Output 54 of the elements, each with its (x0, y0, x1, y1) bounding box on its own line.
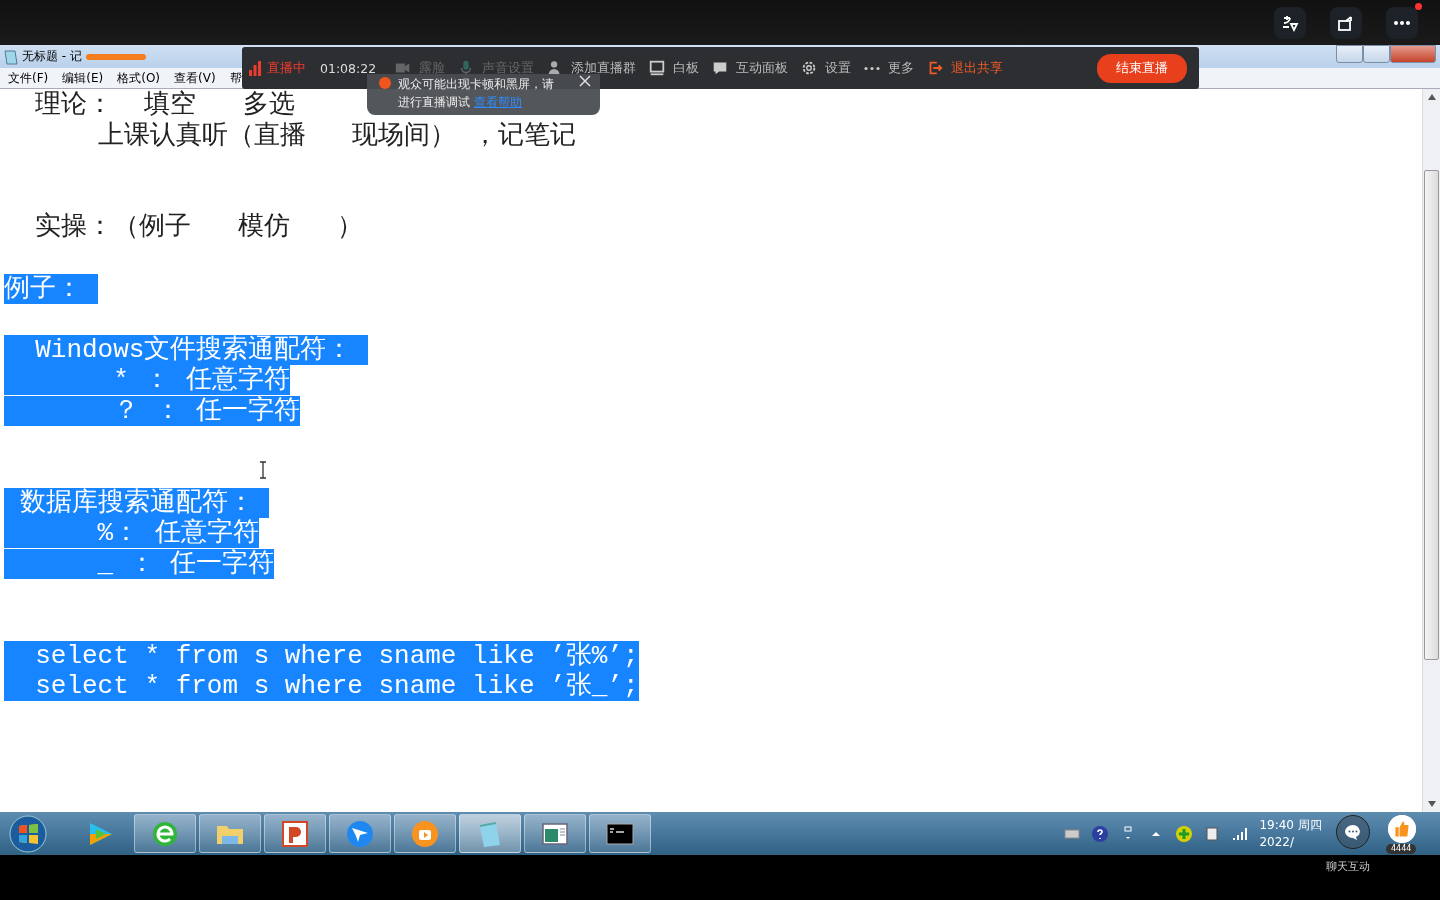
like-count: 4444 (1386, 844, 1417, 854)
menu-item[interactable]: 编辑(E) (62, 69, 104, 87)
toast-message: 观众可能出现卡顿和黑屏，请 (398, 76, 555, 93)
start-button[interactable] (8, 813, 48, 854)
end-live-button[interactable]: 结束直播 (1097, 53, 1187, 83)
whiteboard-icon (648, 59, 667, 77)
help-icon[interactable] (1091, 824, 1110, 843)
maximize-button[interactable] (1363, 45, 1390, 63)
menu-item[interactable]: 文件(F) (8, 69, 49, 87)
clock-date: 2022/ (1259, 833, 1295, 851)
close-icon[interactable] (578, 74, 592, 88)
more-icon (863, 65, 882, 71)
menu-item[interactable]: 帮 (229, 69, 242, 87)
live-timer: 01:08:22 (320, 60, 377, 76)
menu-item[interactable]: 查看(V) (174, 69, 216, 87)
clock-time: 19:40 (1259, 816, 1294, 834)
share-button[interactable] (1330, 6, 1362, 39)
chat-label: 聊天互动 (1326, 859, 1370, 874)
text-line: 上课认真听（直播 现场间） ，记笔记 (96, 120, 577, 151)
plus-icon[interactable] (1175, 824, 1194, 843)
window-title: 无标题 - 记 (22, 48, 82, 65)
taskbar-app[interactable] (524, 814, 586, 853)
clock-weekday: 周四 (1298, 816, 1322, 834)
translate-button[interactable] (1274, 6, 1306, 39)
text-line: 理论： 填空 多选 (34, 90, 296, 120)
text-cursor-icon (258, 461, 268, 479)
translate-icon (1281, 13, 1299, 32)
scroll-up-icon[interactable] (1427, 94, 1436, 100)
text-line: 实操：（例子 模仿 ） (34, 212, 363, 243)
taskbar-app[interactable] (134, 814, 196, 853)
signal-bars-icon (248, 60, 262, 76)
more-icon (1393, 19, 1411, 26)
taskbar-app[interactable] (394, 814, 456, 853)
scrollbar[interactable] (1422, 89, 1440, 812)
toast-message: 进行直播调试 (398, 95, 470, 109)
taskbar-app[interactable] (264, 814, 326, 853)
toolbar-item[interactable]: 添加直播群 (546, 59, 637, 77)
redaction-mark (85, 53, 146, 60)
toolbar-item[interactable]: 白板 (648, 59, 700, 77)
toolbar-item[interactable]: 设置 (800, 59, 852, 77)
chat-button[interactable] (1336, 815, 1370, 849)
toolbar-item[interactable]: 退出共享 (926, 59, 1004, 77)
minimize-button[interactable] (1336, 45, 1363, 63)
notepad-icon (4, 48, 18, 65)
status-dot (379, 77, 391, 89)
scroll-down-icon[interactable] (1427, 801, 1436, 807)
clock[interactable]: 19:40 周四 2022/ (1259, 816, 1322, 851)
live-status: 直播中 (267, 59, 306, 77)
share-icon (1337, 13, 1355, 32)
taskbar-app[interactable] (589, 814, 651, 853)
menu-item[interactable]: 格式(O) (117, 69, 161, 87)
toolbar-item[interactable]: 更多 (863, 59, 915, 77)
chat-icon (1344, 824, 1362, 840)
toolbar-item[interactable]: 互动面板 (711, 59, 789, 77)
